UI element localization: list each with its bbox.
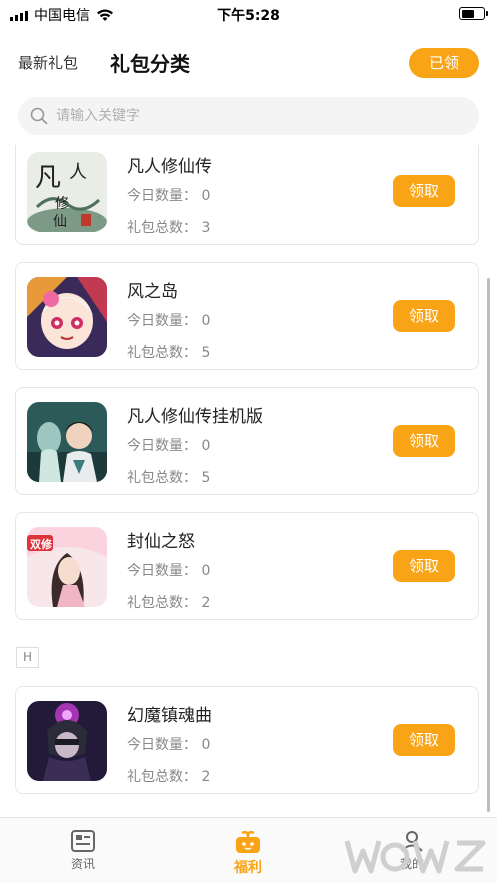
fanren-guaji-icon [27,402,107,482]
nav-welfare[interactable]: 福利 [188,818,308,883]
total-count: 礼包总数： 2 [127,769,211,785]
svg-text:人: 人 [69,162,87,183]
gift-card-fengxian: 双修 封仙之怒 今日数量： 0 礼包总数： 2 领取 [15,512,479,620]
game-name: 幻魔镇魂曲 [127,706,212,726]
claim-button[interactable]: 领取 [393,724,455,756]
svg-text:仙: 仙 [53,214,67,230]
gift-icon [236,830,260,853]
watermark-logo [344,840,486,874]
today-count: 今日数量： 0 [127,188,211,204]
tab-gift-categories[interactable]: 礼包分类 [110,48,190,77]
svg-text:凡: 凡 [35,163,61,193]
claim-button[interactable]: 领取 [393,300,455,332]
claim-button[interactable]: 领取 [393,425,455,457]
gift-card-fanren-guaji: 凡人修仙传挂机版 今日数量： 0 礼包总数： 5 领取 [15,387,479,495]
section-index-letter: H [16,647,39,668]
claim-button[interactable]: 领取 [393,175,455,207]
gift-list[interactable]: 凡 人 修 仙 凡人修仙传 今日数量： 0 礼包总数： 3 领取 风之岛 今日数… [0,145,497,817]
fengzhidao-icon [27,277,107,357]
today-count: 今日数量： 0 [127,313,211,329]
nav-welfare-label: 福利 [234,860,262,876]
huanmo-icon [27,701,107,781]
news-icon [71,830,95,852]
status-bar: 中国电信 下午5:28 [0,0,497,28]
fengxian-icon: 双修 [27,527,107,607]
today-count: 今日数量： 0 [127,438,211,454]
bottom-nav: 资讯 福利 我的 [0,817,497,883]
claimed-button[interactable]: 已领 [409,48,479,78]
total-count: 礼包总数： 2 [127,595,211,611]
search-bar[interactable] [18,97,479,135]
scrollbar[interactable] [487,278,490,812]
total-count: 礼包总数： 5 [127,345,211,361]
search-input[interactable] [56,108,436,124]
battery-level [461,9,474,18]
game-name: 凡人修仙传挂机版 [127,407,263,427]
gift-card-huanmo: 幻魔镇魂曲 今日数量： 0 礼包总数： 2 领取 [15,686,479,794]
search-icon [30,107,48,125]
battery-icon [459,7,488,20]
total-count: 礼包总数： 5 [127,470,211,486]
total-count: 礼包总数： 3 [127,220,211,236]
svg-text:双修: 双修 [30,537,53,551]
today-count: 今日数量： 0 [127,737,211,753]
game-name: 封仙之怒 [127,532,195,552]
clock: 下午5:28 [217,8,280,24]
today-count: 今日数量： 0 [127,563,211,579]
game-name: 凡人修仙传 [127,157,212,177]
tab-latest-gifts[interactable]: 最新礼包 [18,52,78,73]
header: 最新礼包 礼包分类 已领 [0,40,497,86]
nav-news-label: 资讯 [70,857,95,871]
nav-news[interactable]: 资讯 [23,818,143,883]
gift-card-fengzhidao: 风之岛 今日数量： 0 礼包总数： 5 领取 [15,262,479,370]
svg-text:修: 修 [55,196,69,212]
gift-card-fanren: 凡 人 修 仙 凡人修仙传 今日数量： 0 礼包总数： 3 领取 [15,145,479,245]
claim-button[interactable]: 领取 [393,550,455,582]
fanren-xiuxian-icon: 凡 人 修 仙 [27,152,107,232]
game-name: 风之岛 [127,282,178,302]
